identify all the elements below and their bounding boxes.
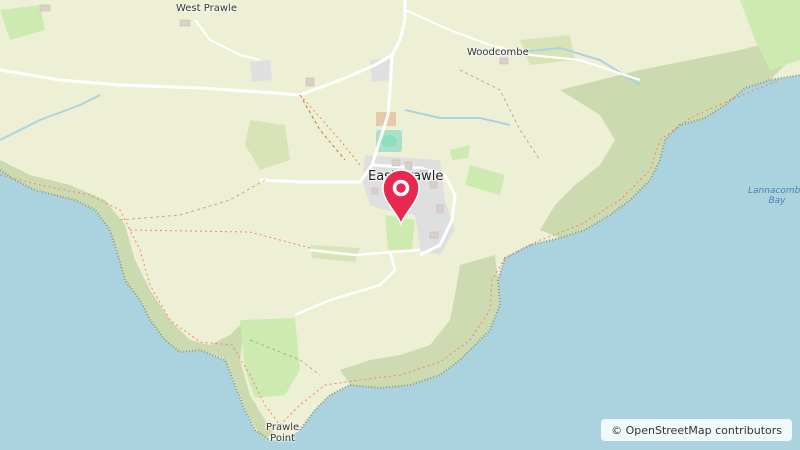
place-label-prawle-point: Prawle Point: [266, 422, 299, 444]
place-label-west-prawle: West Prawle: [176, 3, 237, 14]
lannacombe-line-2: Bay: [768, 196, 786, 206]
map-pin-icon[interactable]: [380, 168, 422, 226]
prawle-point-line-1: Prawle: [266, 422, 300, 433]
place-label-lannacombe-bay: Lannacombe Bay: [748, 186, 800, 206]
marker-shape: [382, 169, 420, 226]
prawle-point-line-2: Point: [270, 433, 296, 444]
attribution[interactable]: © OpenStreetMap contributors: [601, 419, 792, 441]
attribution-text: © OpenStreetMap contributors: [611, 423, 782, 437]
residential-area: [250, 60, 272, 82]
place-label-woodcombe: Woodcombe: [467, 47, 529, 58]
lannacombe-line-1: Lannacombe: [748, 186, 800, 196]
pitch-area: [381, 135, 397, 147]
map-view[interactable]: West Prawle Woodcombe East Prawle Prawle…: [0, 0, 800, 450]
